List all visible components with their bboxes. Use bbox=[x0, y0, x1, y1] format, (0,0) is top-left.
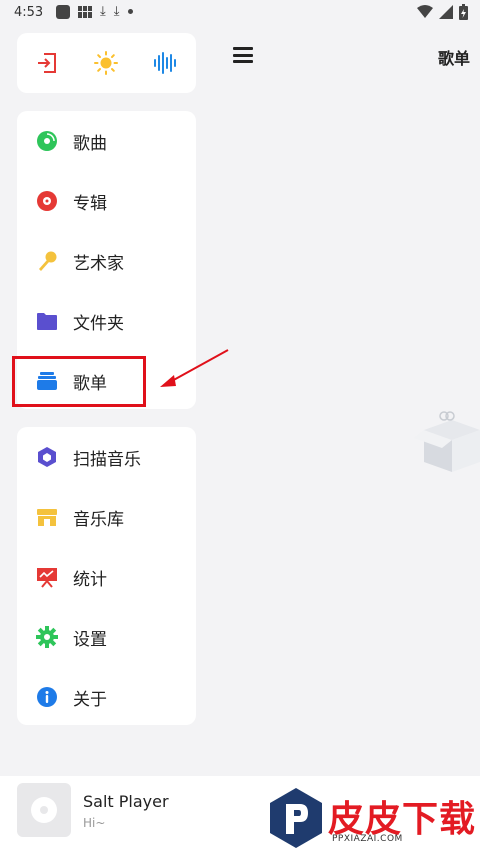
menu-item-label: 关于 bbox=[73, 689, 107, 710]
menu-item-label: 歌曲 bbox=[73, 133, 107, 154]
status-time: 4:53 bbox=[14, 5, 44, 20]
tools-menu-card: 扫描音乐 音乐库 统计 设置 关于 bbox=[17, 427, 196, 725]
highlight-box bbox=[12, 356, 146, 407]
more-notifications-icon bbox=[127, 9, 133, 14]
menu-item-label: 音乐库 bbox=[73, 509, 124, 530]
stats-icon bbox=[36, 566, 58, 588]
watermark-url: PPXIAZAI.COM bbox=[332, 834, 403, 844]
menu-item-label: 扫描音乐 bbox=[73, 449, 141, 470]
download-icon: ⤓ bbox=[100, 4, 106, 19]
exit-icon bbox=[37, 53, 56, 73]
menu-item-artists[interactable]: 艺术家 bbox=[17, 231, 196, 291]
theme-toggle-button[interactable] bbox=[90, 47, 122, 79]
gear-icon bbox=[36, 626, 58, 648]
menu-item-scan-music[interactable]: 扫描音乐 bbox=[17, 427, 196, 487]
watermark-logo-icon bbox=[270, 788, 322, 848]
menu-item-label: 专辑 bbox=[73, 193, 107, 214]
scan-icon bbox=[36, 446, 58, 468]
annotation-arrow bbox=[160, 349, 229, 387]
disc-icon bbox=[36, 130, 58, 152]
album-art bbox=[17, 783, 71, 837]
menu-item-label: 设置 bbox=[73, 629, 107, 650]
store-icon bbox=[36, 506, 58, 528]
folder-icon bbox=[36, 310, 58, 332]
menu-item-songs[interactable]: 歌曲 bbox=[17, 111, 196, 171]
track-subtitle: Hi~ bbox=[83, 816, 106, 830]
info-icon bbox=[36, 686, 58, 708]
signal-icon bbox=[439, 5, 453, 19]
equalizer-button[interactable] bbox=[150, 47, 182, 79]
page-title: 歌单 bbox=[437, 49, 470, 68]
empty-box-icon bbox=[414, 411, 480, 472]
track-title: Salt Player bbox=[83, 792, 169, 811]
menu-item-label: 统计 bbox=[73, 569, 107, 590]
wifi-icon bbox=[417, 5, 433, 18]
menu-item-statistics[interactable]: 统计 bbox=[17, 547, 196, 607]
status-bar: 4:53 ⤓ ⤓ bbox=[0, 0, 480, 26]
menu-item-music-library[interactable]: 音乐库 bbox=[17, 487, 196, 547]
battery-icon bbox=[459, 4, 468, 20]
notification-icons: ⤓ ⤓ bbox=[56, 4, 133, 19]
menu-icon[interactable] bbox=[233, 47, 253, 63]
download-icon: ⤓ bbox=[113, 4, 120, 19]
menu-item-about[interactable]: 关于 bbox=[17, 667, 196, 727]
watermark-logo: 皮皮下载 PPXIAZAI.COM bbox=[268, 786, 478, 850]
grid-notification-icon bbox=[78, 5, 92, 18]
album-placeholder-icon bbox=[31, 797, 57, 823]
sun-icon bbox=[94, 51, 119, 75]
system-icons bbox=[417, 4, 468, 20]
menu-item-label: 文件夹 bbox=[73, 313, 124, 334]
exit-button[interactable] bbox=[31, 47, 63, 79]
main-header: 歌单 bbox=[200, 33, 480, 77]
menu-item-label: 艺术家 bbox=[73, 253, 124, 274]
menu-item-folders[interactable]: 文件夹 bbox=[17, 291, 196, 351]
waveform-icon bbox=[154, 52, 177, 74]
music-notification-icon bbox=[56, 4, 70, 19]
quick-actions-card bbox=[17, 33, 196, 93]
menu-item-settings[interactable]: 设置 bbox=[17, 607, 196, 667]
record-icon bbox=[36, 190, 58, 212]
menu-item-albums[interactable]: 专辑 bbox=[17, 171, 196, 231]
microphone-icon bbox=[36, 250, 58, 272]
